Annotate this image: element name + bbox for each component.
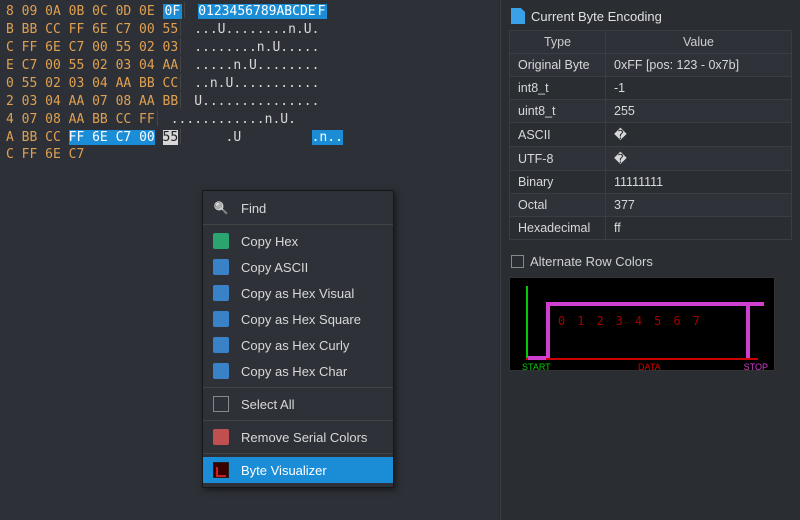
trash-icon bbox=[213, 429, 229, 445]
menu-copy-hex-curly[interactable]: Copy as Hex Curly bbox=[203, 332, 393, 358]
table-row: int8_t-1 bbox=[510, 77, 792, 100]
right-panel: Current Byte Encoding TypeValue Original… bbox=[500, 0, 800, 520]
hex-row[interactable]: 0 55 02 03 04 AA BB CC..n.U........... bbox=[6, 74, 498, 92]
hex-row[interactable]: C FF 6E C7 bbox=[6, 146, 498, 164]
menu-remove-serial-colors[interactable]: Remove Serial Colors bbox=[203, 424, 393, 450]
checkbox-label: Alternate Row Colors bbox=[530, 254, 653, 269]
menu-byte-visualizer[interactable]: Byte Visualizer bbox=[203, 457, 393, 483]
table-row: Hexadecimalff bbox=[510, 217, 792, 240]
menu-copy-ascii[interactable]: Copy ASCII bbox=[203, 254, 393, 280]
table-row: UTF-8� bbox=[510, 147, 792, 171]
menu-copy-hex-char[interactable]: Copy as Hex Char bbox=[203, 358, 393, 384]
copy-icon bbox=[213, 259, 229, 275]
encoding-panel-title: Current Byte Encoding bbox=[511, 8, 792, 24]
table-row: Binary11111111 bbox=[510, 171, 792, 194]
viz-data-label: DATA bbox=[638, 362, 661, 372]
hex-row[interactable]: B BB CC FF 6E C7 00 55...U........n.U. bbox=[6, 20, 498, 38]
menu-find[interactable]: Find bbox=[203, 195, 393, 221]
alternate-row-colors-checkbox[interactable]: Alternate Row Colors bbox=[511, 254, 792, 269]
table-row: uint8_t255 bbox=[510, 100, 792, 123]
encoding-table: TypeValue Original Byte0xFF [pos: 123 - … bbox=[509, 30, 792, 240]
checkbox-icon[interactable] bbox=[511, 255, 524, 268]
byte-visualizer-icon bbox=[213, 462, 229, 478]
menu-copy-hex-visual[interactable]: Copy as Hex Visual bbox=[203, 280, 393, 306]
copy-icon bbox=[213, 285, 229, 301]
select-all-icon bbox=[213, 396, 229, 412]
table-row: Original Byte0xFF [pos: 123 - 0x7b] bbox=[510, 54, 792, 77]
document-icon bbox=[511, 8, 525, 24]
col-type: Type bbox=[510, 31, 606, 54]
byte-visualizer-chart: 01234567 START DATA STOP bbox=[509, 277, 775, 371]
hex-header: 8 09 0A 0B 0C 0D 0E 0F0123456789ABCDEF bbox=[6, 2, 498, 20]
hex-row[interactable]: C FF 6E C7 00 55 02 03........n.U..... bbox=[6, 38, 498, 56]
hex-row[interactable]: 2 03 04 AA 07 08 AA BBU............... bbox=[6, 92, 498, 110]
menu-copy-hex-square[interactable]: Copy as Hex Square bbox=[203, 306, 393, 332]
menu-select-all[interactable]: Select All bbox=[203, 391, 393, 417]
table-row: ASCII� bbox=[510, 123, 792, 147]
hex-row[interactable]: 4 07 08 AA BB CC FF............n.U. bbox=[6, 110, 498, 128]
hex-row[interactable]: A BB CC FF 6E C7 00 55 .U .n.. bbox=[6, 128, 498, 146]
copy-icon bbox=[213, 337, 229, 353]
col-value: Value bbox=[606, 31, 792, 54]
table-row: Octal377 bbox=[510, 194, 792, 217]
context-menu: Find Copy Hex Copy ASCII Copy as Hex Vis… bbox=[202, 190, 394, 488]
copy-icon bbox=[213, 363, 229, 379]
menu-copy-hex[interactable]: Copy Hex bbox=[203, 228, 393, 254]
viz-bits: 01234567 bbox=[558, 314, 712, 328]
viz-stop-label: STOP bbox=[744, 362, 768, 372]
viz-start-label: START bbox=[522, 362, 551, 372]
copy-icon bbox=[213, 233, 229, 249]
copy-icon bbox=[213, 311, 229, 327]
hex-row[interactable]: E C7 00 55 02 03 04 AA.....n.U........ bbox=[6, 56, 498, 74]
search-icon bbox=[213, 200, 229, 216]
